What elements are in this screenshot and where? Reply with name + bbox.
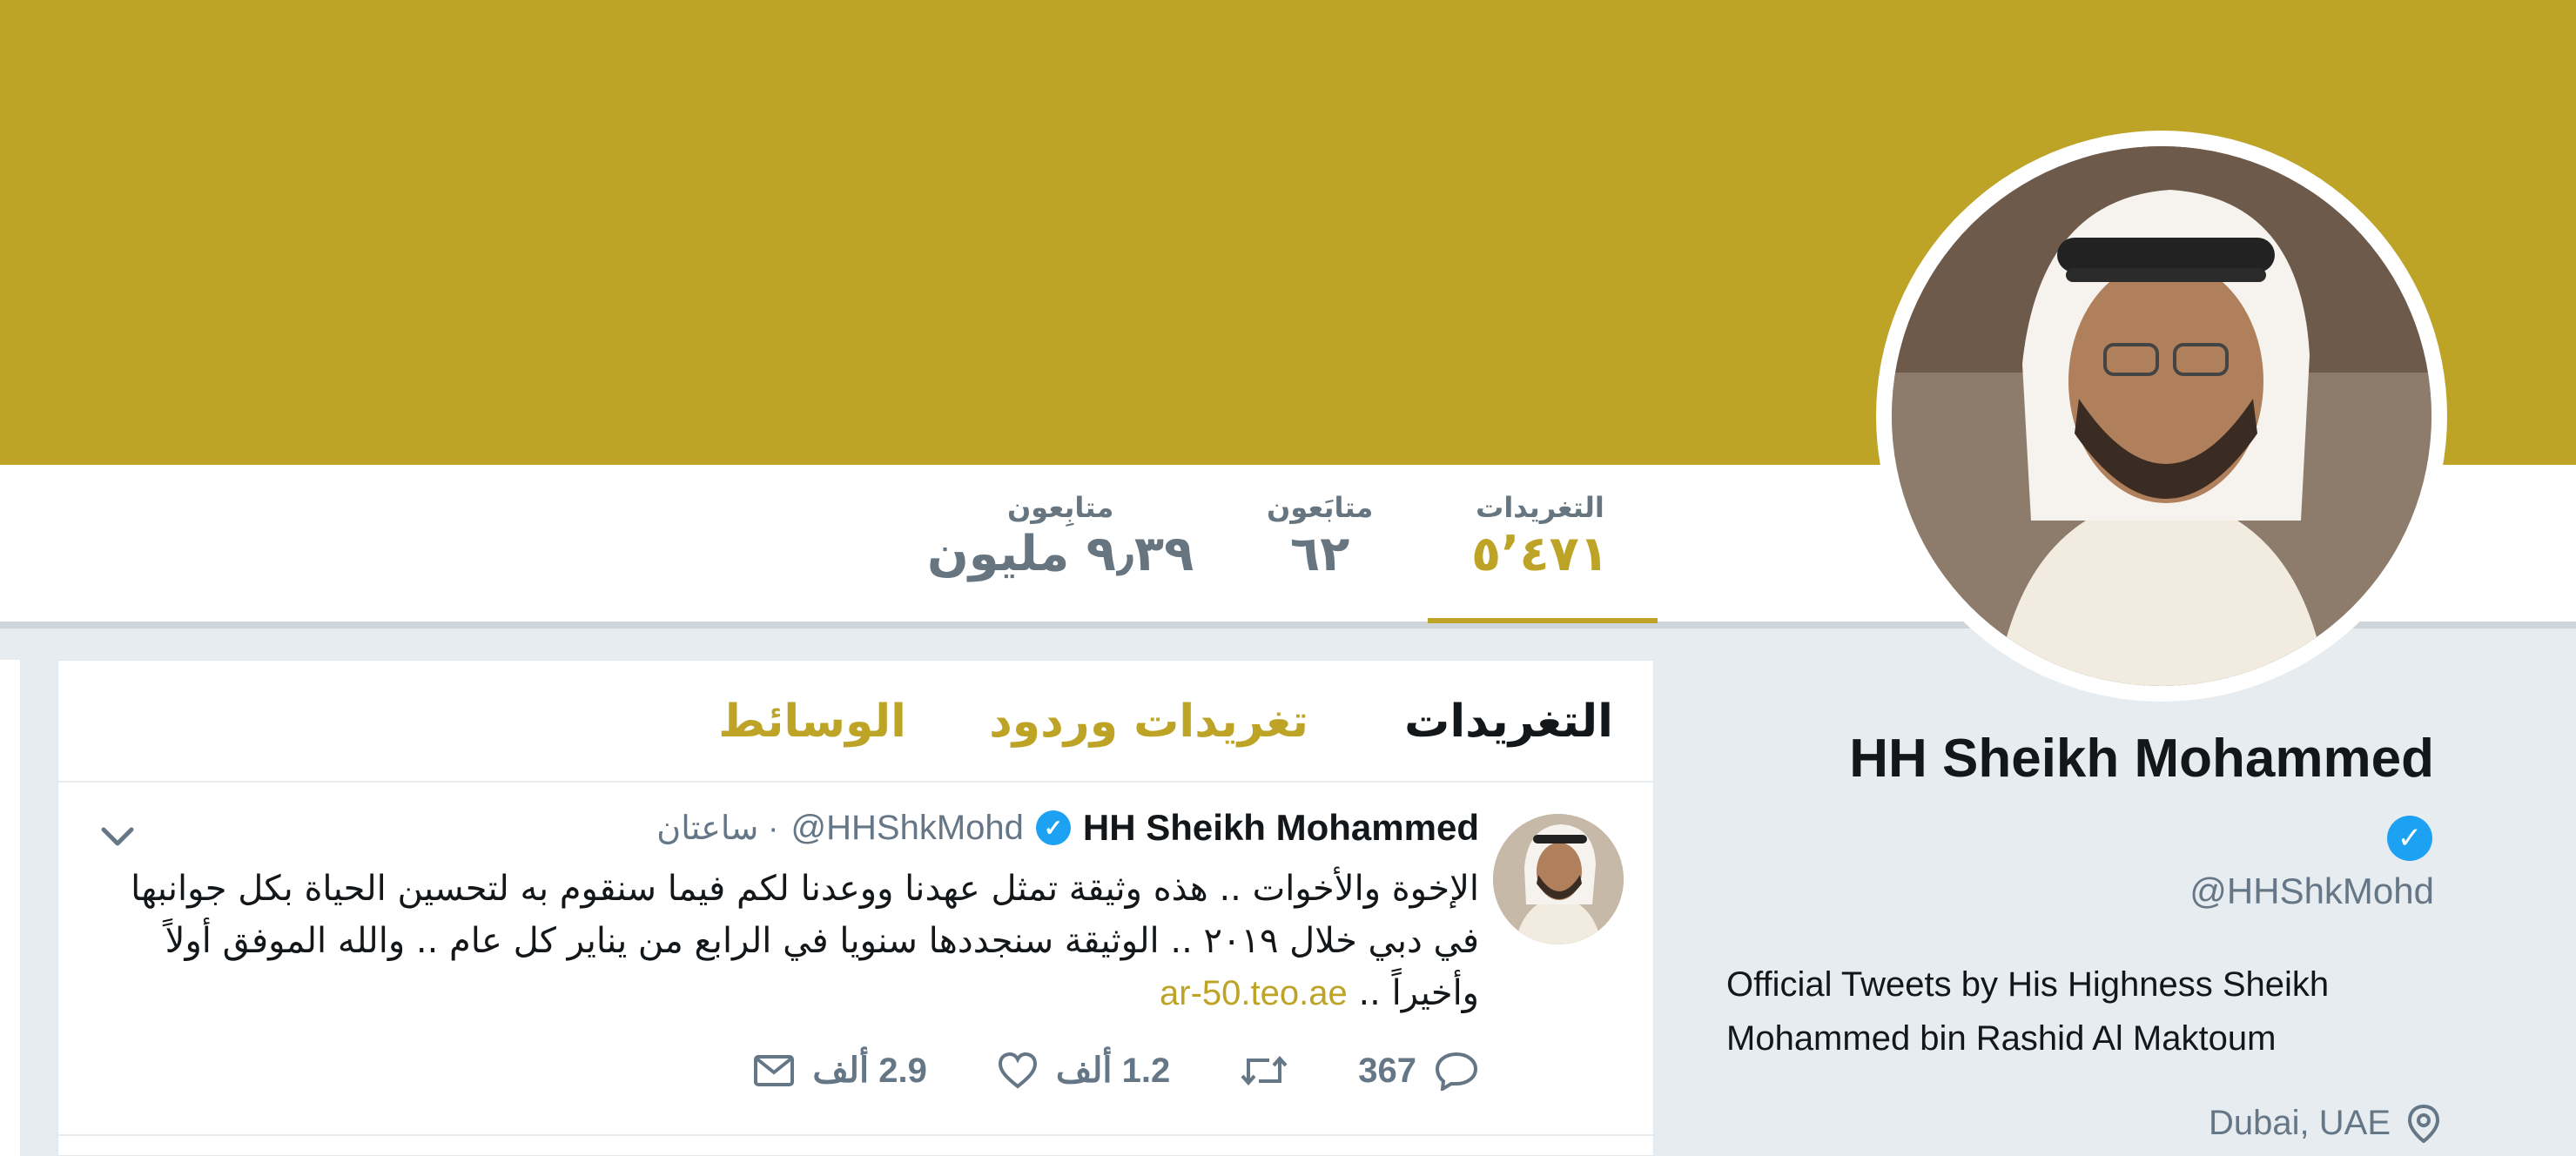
profile-avatar[interactable]	[1892, 146, 2431, 686]
verified-badge-icon: ✓	[2387, 816, 2432, 861]
location-text: Dubai, UAE	[2209, 1104, 2391, 1142]
active-stat-underline	[1428, 618, 1658, 623]
likes-count: 2.9 ألف	[812, 1052, 927, 1090]
chevron-down-icon[interactable]	[91, 816, 144, 859]
tweet-time[interactable]: · ساعتان	[656, 809, 778, 848]
heart-icon	[998, 1052, 1037, 1089]
stat-following-label: متابَعون	[1267, 491, 1374, 524]
timeline: التغريدات تغريدات وردود الوسائط · ساعتان…	[57, 660, 1654, 1156]
stat-tweets-label: التغريدات	[1476, 491, 1604, 524]
stat-followers-value: ٩٫٣٩ مليون	[927, 526, 1194, 582]
retweet-action[interactable]	[1240, 1052, 1288, 1090]
verified-icon: ✓	[1035, 810, 1071, 845]
reply-action[interactable]: 367	[1358, 1051, 1479, 1091]
replies-count: 367	[1358, 1051, 1416, 1090]
tweet-text: الإخوة والأخوات .. هذه وثيقة تمثل عهدنا …	[95, 863, 1479, 1019]
dm-action[interactable]: 2.9 ألف	[753, 1051, 927, 1091]
timeline-tabs: التغريدات تغريدات وردود الوسائط	[58, 661, 1653, 783]
retweets-count: 1.2 ألف	[1055, 1052, 1171, 1090]
tweet-header: · ساعتان @HHShkMohd ✓ HH Sheikh Mohammed	[656, 807, 1479, 849]
stat-following[interactable]: متابَعون ٦٢	[1267, 491, 1373, 581]
profile-name[interactable]: HH Sheikh Mohammed	[1849, 728, 2434, 790]
tweet-actions: 2.9 ألف 1.2 ألف 367	[753, 1051, 1479, 1091]
tweet-author-handle[interactable]: @HHShkMohd	[791, 809, 1024, 848]
stat-following-value: ٦٢	[1289, 526, 1350, 582]
stat-tweets[interactable]: التغريدات ٥٬٤٧١	[1471, 491, 1609, 581]
retweet-icon	[1241, 1055, 1288, 1086]
tweet-divider	[58, 1134, 1653, 1136]
stat-followers[interactable]: متابِعون ٩٫٣٩ مليون	[927, 491, 1194, 581]
profile-handle[interactable]: @HHShkMohd	[2189, 870, 2434, 912]
tab-tweets[interactable]: التغريدات	[1404, 696, 1613, 748]
tweet-link[interactable]: ar-50.teo.ae	[1160, 974, 1348, 1012]
tweet-author-name[interactable]: HH Sheikh Mohammed	[1083, 807, 1479, 849]
profile-bio: Official Tweets by His Highness Sheikh M…	[1726, 965, 2330, 1058]
left-column-edge	[0, 660, 21, 1156]
tweet-avatar[interactable]	[1493, 814, 1624, 944]
stat-tweets-value: ٥٬٤٧١	[1471, 526, 1609, 582]
stat-followers-label: متابِعون	[1006, 491, 1114, 524]
like-action[interactable]: 1.2 ألف	[997, 1051, 1170, 1091]
envelope-icon	[754, 1055, 795, 1086]
tab-media[interactable]: الوسائط	[718, 696, 906, 748]
location-pin-icon	[2407, 1104, 2440, 1143]
profile-location: Dubai, UAE	[2209, 1104, 2441, 1143]
reply-icon	[1435, 1052, 1478, 1091]
tab-tweets-and-replies[interactable]: تغريدات وردود	[989, 696, 1308, 748]
